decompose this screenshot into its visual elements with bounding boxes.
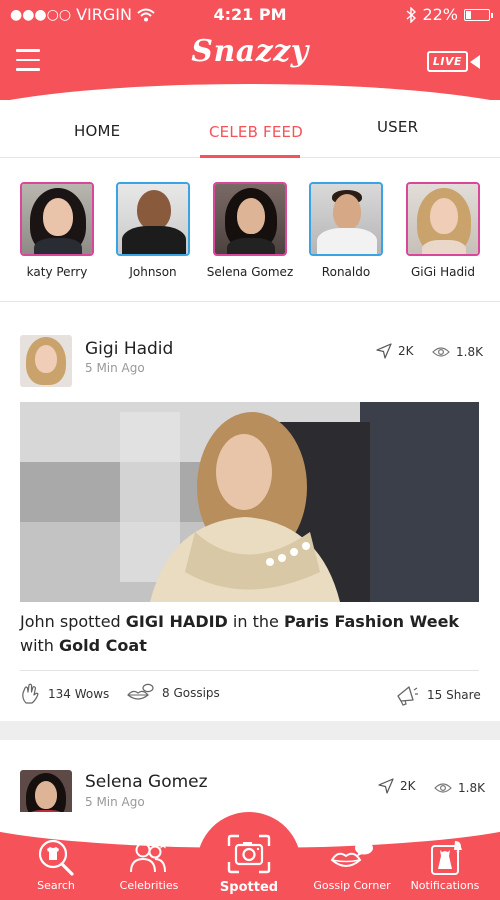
celebrity-item[interactable]: Selena Gomez [200, 182, 300, 279]
caption-event: Paris Fashion Week [283, 612, 460, 631]
send-icon [378, 778, 394, 794]
gossip-button[interactable]: 8 Gossips [126, 683, 220, 703]
nav-label: Spotted [219, 880, 279, 895]
celebrity-avatar [406, 182, 480, 256]
views-stat: 1.8K [432, 345, 483, 359]
tab-celeb-feed[interactable]: CELEB FEED [206, 123, 306, 141]
people-icon [130, 840, 168, 873]
post-author-name[interactable]: Gigi Hadid [85, 339, 173, 359]
views-count: 1.8K [456, 345, 483, 359]
nav-spotted[interactable]: Spotted [199, 832, 299, 895]
gossips-count: 8 Gossips [162, 686, 220, 700]
hand-wave-icon [22, 683, 39, 704]
shares-count: 2K [398, 344, 414, 358]
post-timestamp: 5 Min Ago [85, 361, 145, 375]
celebrity-item[interactable]: GiGi Hadid [393, 182, 493, 279]
celebrity-avatar [309, 182, 383, 256]
active-tab-indicator [200, 155, 300, 158]
post-author-avatar[interactable] [20, 335, 72, 387]
send-icon [376, 343, 392, 359]
caption-celebrity: GIGI HADID [125, 612, 228, 631]
celebrity-name: Johnson [129, 265, 177, 279]
views-count: 1.8K [458, 781, 485, 795]
live-label: LIVE [426, 51, 468, 72]
celebrity-item[interactable]: Johnson [103, 182, 203, 279]
shares-stat: 2K [378, 778, 416, 794]
nav-gossip-corner[interactable]: Gossip Corner [302, 838, 402, 892]
post-divider [20, 670, 479, 671]
post-caption: John spotted GIGI HADID in the Paris Fas… [20, 612, 460, 655]
caption-outfit: Gold Coat [59, 636, 147, 655]
celebrity-avatar [213, 182, 287, 256]
bluetooth-icon [406, 6, 417, 23]
feed-post: Gigi Hadid 5 Min Ago 2K 1.8K John spotte… [0, 303, 500, 721]
nav-label: Search [37, 879, 75, 892]
status-bar: ●●●○○ VIRGIN 4:21 PM 22% [0, 0, 500, 28]
search-shirt-icon [38, 839, 74, 876]
nav-search[interactable]: Search [6, 838, 106, 892]
celebrity-name: GiGi Hadid [410, 265, 476, 279]
eye-icon [432, 347, 450, 357]
nav-label: Gossip Corner [313, 879, 391, 892]
camera-icon [227, 834, 271, 874]
celebrity-name: Ronaldo [321, 265, 371, 279]
celebrity-avatar [20, 182, 94, 256]
live-button[interactable]: LIVE [426, 51, 480, 72]
celebrity-item[interactable]: katy Perry [7, 182, 107, 279]
post-photo[interactable] [20, 402, 479, 602]
celebrity-avatar [116, 182, 190, 256]
nav-label: Notifications [410, 879, 480, 892]
app-title: Snazzy [191, 34, 309, 69]
lips-chat-icon [330, 841, 373, 867]
battery-percent: 22% [422, 5, 458, 24]
tab-bar: HOME CELEB FEED USER [0, 100, 500, 158]
battery-icon [464, 8, 493, 21]
shares-stat: 2K [376, 343, 414, 359]
nav-label: Celebrities [119, 879, 179, 892]
video-camera-icon [470, 54, 480, 69]
tab-user[interactable]: USER [377, 118, 418, 136]
dress-bell-icon [431, 841, 462, 875]
views-stat: 1.8K [434, 781, 485, 795]
celebrity-name: katy Perry [26, 265, 88, 279]
share-count: 15 Share [427, 688, 481, 702]
celebrity-strip: katy Perry Johnson Selena Gomez Ronaldo … [0, 159, 500, 302]
nav-celebrities[interactable]: Celebrities [99, 838, 199, 892]
celebrity-name: Selena Gomez [206, 265, 294, 279]
shares-count: 2K [400, 779, 416, 793]
eye-icon [434, 783, 452, 793]
wows-count: 134 Wows [48, 687, 110, 701]
post-separator [0, 721, 500, 740]
app-header: ●●●○○ VIRGIN 4:21 PM 22% Snazzy LIVE [0, 0, 500, 100]
post-timestamp: 5 Min Ago [85, 795, 145, 809]
lips-chat-icon [127, 683, 154, 700]
runway-photo [20, 402, 479, 602]
celebrity-item[interactable]: Ronaldo [296, 182, 396, 279]
post-author-name[interactable]: Selena Gomez [85, 772, 208, 792]
nav-notifications[interactable]: Notifications [395, 838, 495, 892]
tab-home[interactable]: HOME [74, 122, 120, 140]
share-button[interactable]: 15 Share [395, 684, 481, 706]
megaphone-icon [397, 686, 418, 706]
wow-button[interactable]: 134 Wows [20, 683, 109, 705]
